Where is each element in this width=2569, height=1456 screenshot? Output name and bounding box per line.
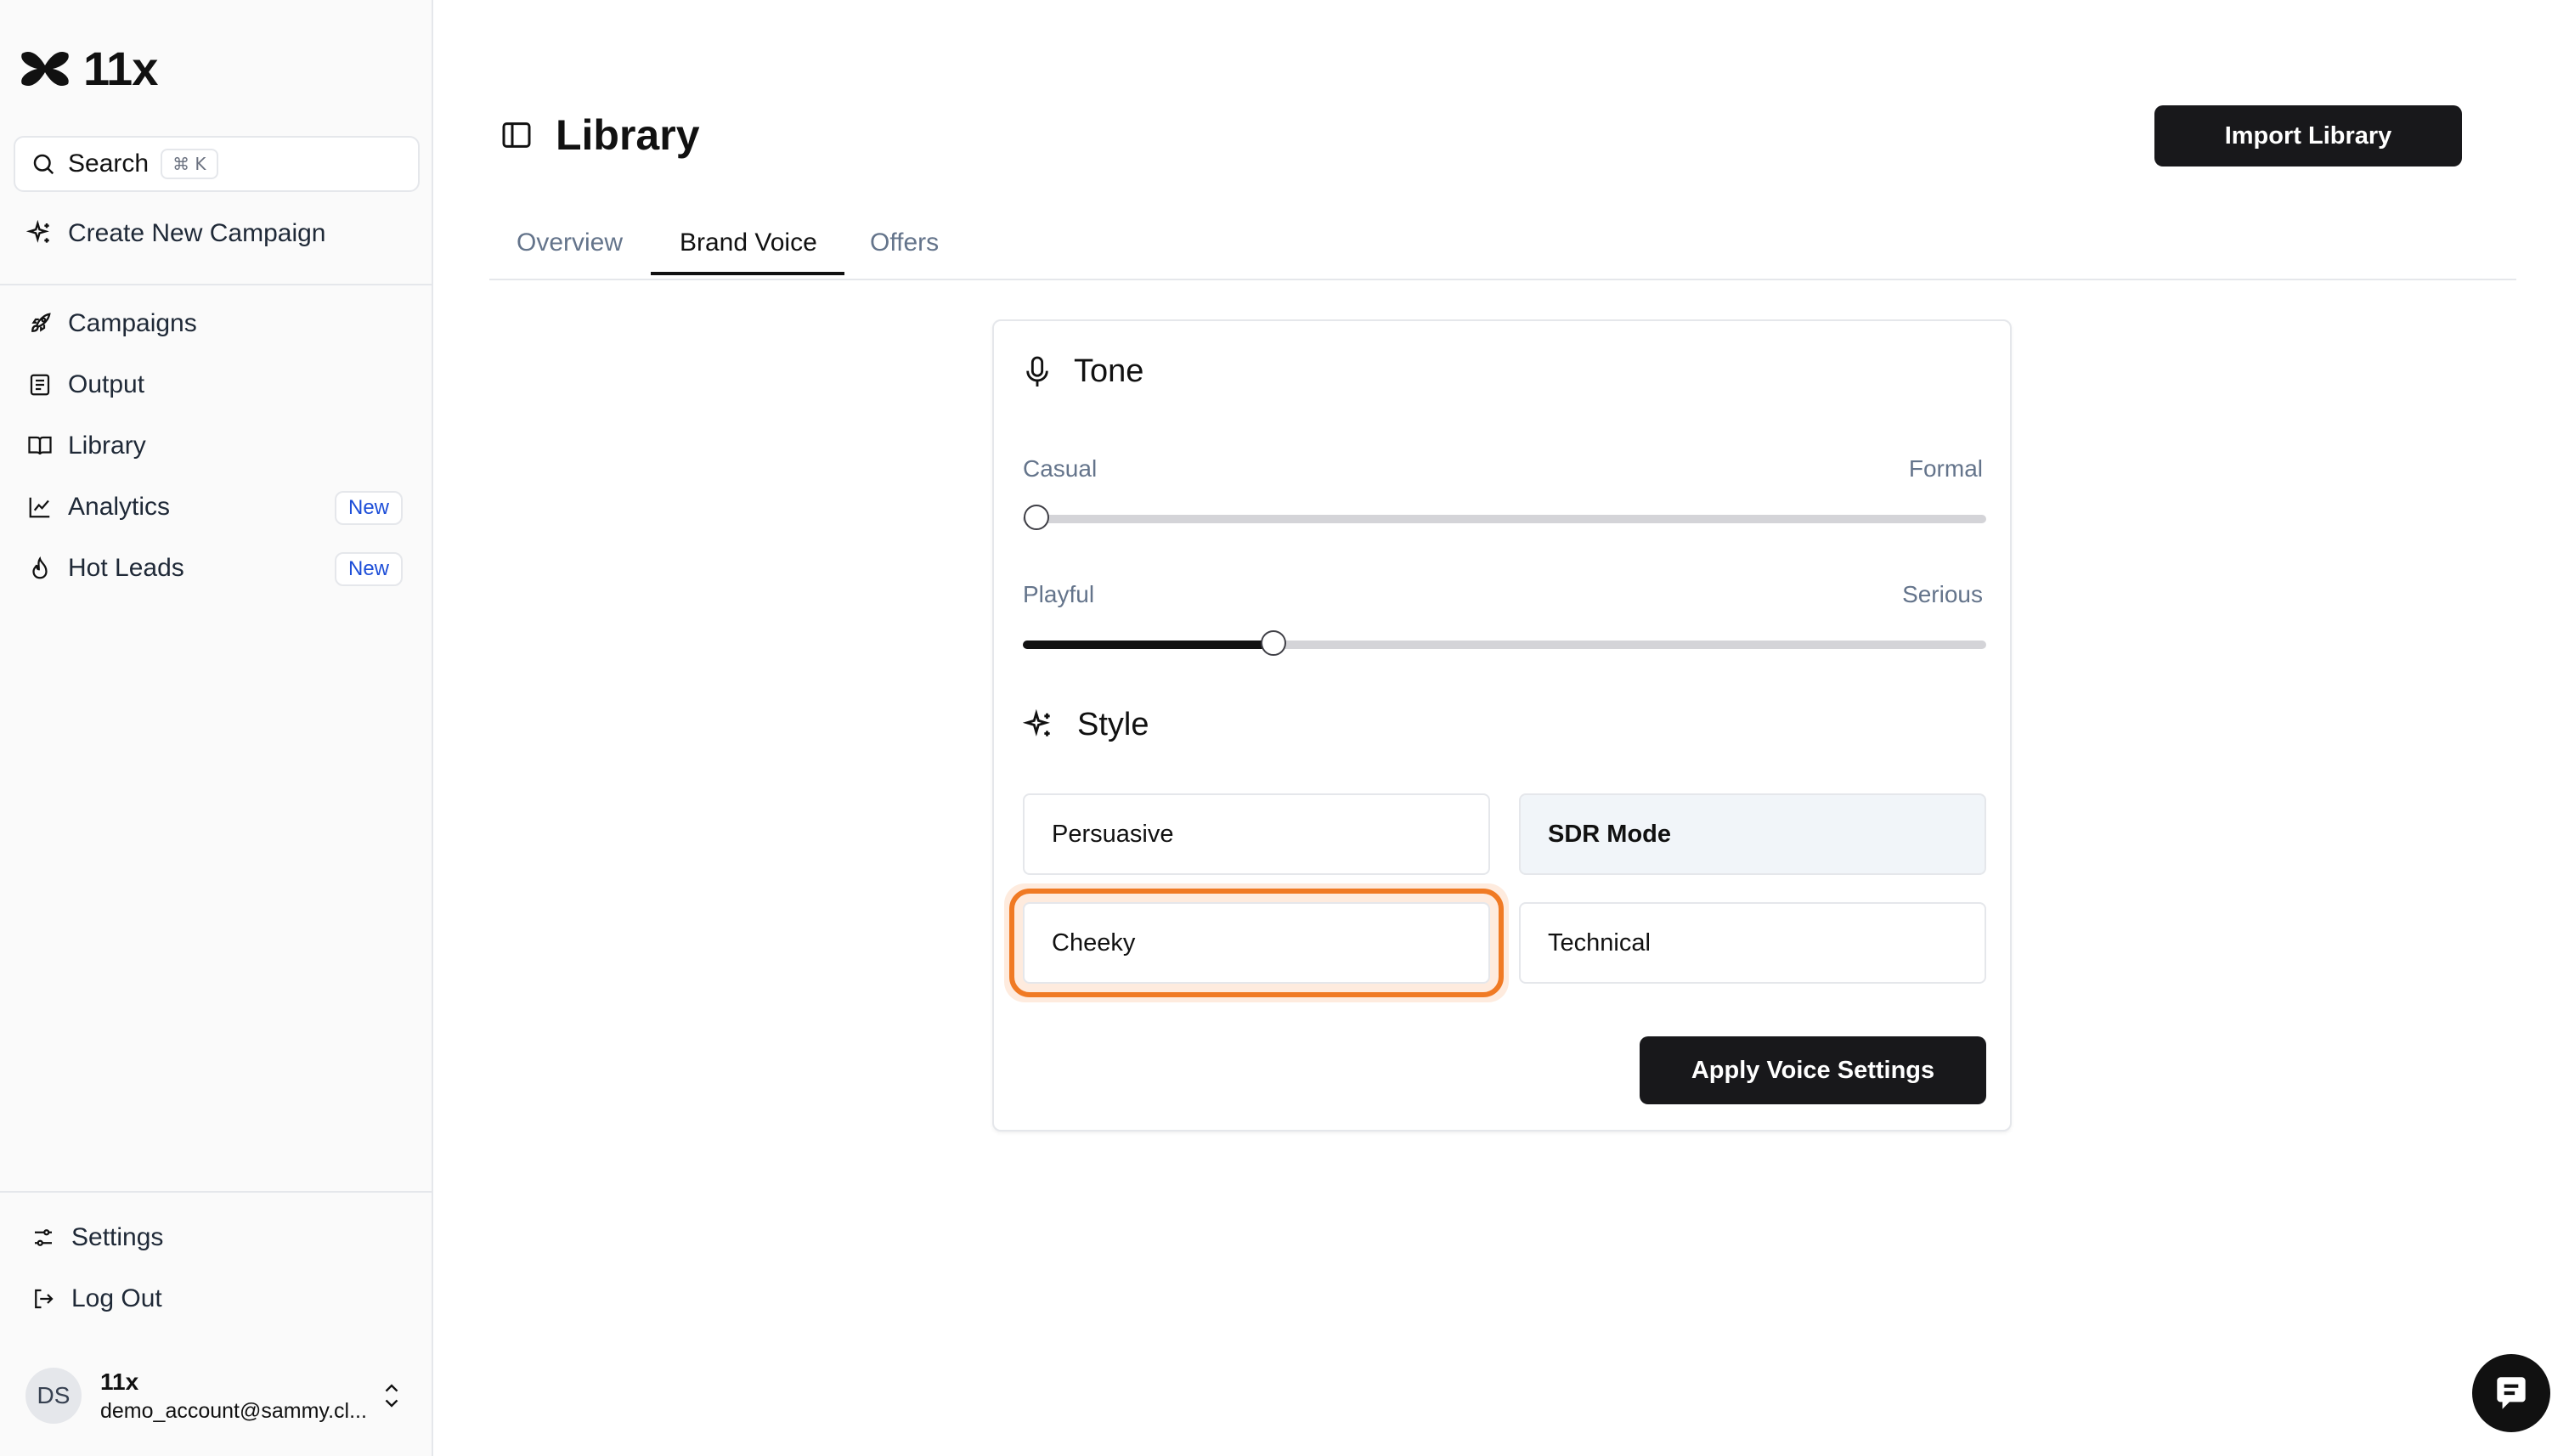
tab-brand-voice[interactable]: Brand Voice — [680, 226, 817, 277]
sidebar-item-library[interactable]: Library — [25, 432, 146, 460]
chevrons-up-down-icon[interactable] — [381, 1380, 403, 1411]
chat-support-button[interactable] — [2472, 1354, 2550, 1432]
sidebar-item-label: Campaigns — [68, 309, 197, 337]
sidebar: 11x Search ⌘ K Create New Campaign Campa… — [0, 0, 433, 1456]
style-option-persuasive[interactable]: Persuasive — [1023, 793, 1490, 875]
avatar: DS — [25, 1368, 82, 1424]
line-chart-icon — [25, 493, 54, 522]
style-heading: Style — [1023, 707, 1149, 743]
playful-serious-slider[interactable] — [1023, 630, 1986, 656]
sidebar-item-label: Hot Leads — [68, 554, 184, 582]
slider-fill — [1023, 641, 1273, 649]
search-label: Search — [68, 150, 150, 178]
style-option-technical[interactable]: Technical — [1519, 902, 1986, 984]
user-info: 11x demo_account@sammy.cl... — [100, 1369, 367, 1424]
settings-label: Settings — [71, 1223, 164, 1251]
flame-icon — [25, 554, 54, 583]
brand-voice-card: Tone Casual Formal Playful Serious Style… — [992, 319, 2012, 1132]
chat-bubble-icon — [2490, 1372, 2532, 1414]
sparkles-icon — [25, 219, 54, 248]
search-bar[interactable]: Search ⌘ K — [14, 136, 420, 192]
search-icon — [31, 151, 56, 177]
page-title: Library — [556, 111, 700, 159]
slider-left-label: Playful — [1023, 581, 1095, 607]
sidebar-item-output[interactable]: Output — [25, 370, 144, 399]
tab-overview[interactable]: Overview — [517, 226, 623, 277]
slider-right-label: Formal — [1908, 455, 1983, 482]
user-email: demo_account@sammy.cl... — [100, 1398, 367, 1423]
log-out-label: Log Out — [71, 1284, 162, 1312]
brand-logo[interactable]: 11x — [19, 41, 158, 96]
tab-bar: Overview Brand Voice Offers — [489, 214, 2516, 280]
tab-offers[interactable]: Offers — [870, 226, 939, 277]
create-new-campaign-label: Create New Campaign — [68, 219, 326, 247]
style-option-sdr-mode[interactable]: SDR Mode — [1519, 793, 1986, 875]
sidebar-item-campaigns[interactable]: Campaigns — [25, 309, 197, 338]
slider-right-label: Serious — [1902, 581, 1983, 607]
tone-title: Tone — [1074, 353, 1144, 389]
new-badge: New — [334, 491, 403, 525]
sidebar-item-label: Library — [68, 432, 146, 460]
book-open-icon — [25, 432, 54, 460]
logo-mark-icon — [19, 47, 71, 91]
search-shortcut: ⌘ K — [161, 149, 218, 179]
microphone-icon — [1023, 355, 1052, 389]
document-icon — [25, 370, 54, 399]
sliders-icon — [29, 1223, 58, 1252]
sidebar-divider — [0, 284, 432, 285]
import-library-button[interactable]: Import Library — [2154, 105, 2462, 166]
create-new-campaign-button[interactable]: Create New Campaign — [25, 219, 325, 248]
user-account-menu[interactable]: DS 11x demo_account@sammy.cl... — [25, 1368, 367, 1424]
slider-thumb[interactable] — [1260, 630, 1286, 656]
active-tab-indicator — [651, 272, 844, 275]
sparkles-icon — [1023, 708, 1055, 742]
sidebar-toggle-icon[interactable] — [500, 118, 534, 152]
sidebar-item-label: Output — [68, 370, 145, 398]
log-out-button[interactable]: Log Out — [29, 1284, 162, 1313]
slider-left-label: Casual — [1023, 455, 1098, 482]
apply-voice-settings-button[interactable]: Apply Voice Settings — [1640, 1036, 1986, 1104]
style-option-cheeky[interactable]: Cheeky — [1009, 889, 1504, 997]
new-badge: New — [334, 552, 403, 586]
rocket-icon — [25, 309, 54, 338]
tone-heading: Tone — [1023, 353, 1143, 390]
slider-thumb[interactable] — [1023, 505, 1049, 530]
user-name: 11x — [100, 1368, 139, 1395]
page-header: Library — [500, 110, 700, 160]
brand-name: 11x — [83, 42, 158, 95]
log-out-icon — [29, 1284, 58, 1313]
sidebar-divider — [0, 1191, 432, 1193]
style-title: Style — [1077, 707, 1149, 742]
settings-button[interactable]: Settings — [29, 1223, 163, 1252]
casual-formal-slider[interactable] — [1023, 505, 1986, 530]
sidebar-item-label: Analytics — [68, 493, 171, 521]
